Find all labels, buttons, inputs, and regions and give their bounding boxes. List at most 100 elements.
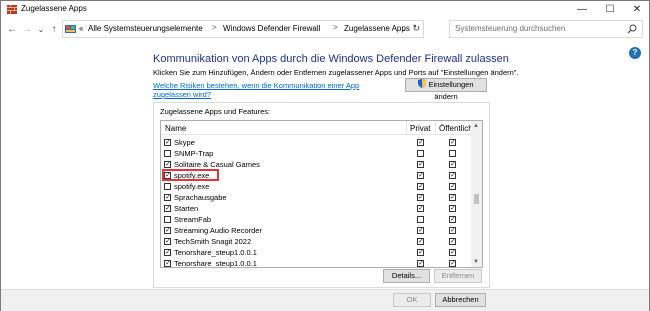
app-name: Tenorshare_steup1.0.0.1	[174, 259, 257, 268]
column-divider[interactable]	[406, 121, 407, 135]
app-enabled-checkbox[interactable]: ✓	[164, 194, 171, 201]
risks-link[interactable]: Welche Risiken bestehen, wenn die Kommun…	[153, 81, 389, 99]
private-network-checkbox[interactable]: ✓	[417, 238, 424, 245]
private-network-checkbox[interactable]: ✓	[417, 183, 424, 190]
app-name: Streaming Audio Recorder	[174, 226, 262, 235]
public-network-checkbox[interactable]: ✓	[449, 194, 456, 201]
public-network-checkbox[interactable]: ✓	[449, 216, 456, 223]
scroll-thumb[interactable]	[474, 194, 479, 204]
breadcrumb-separator[interactable]: >	[212, 23, 217, 32]
table-row[interactable]: ✓ Sprachausgabe ✓ ✓	[161, 192, 472, 203]
change-settings-label: Einstellungen ändern	[428, 80, 474, 101]
public-network-checkbox[interactable]: ✓	[449, 227, 456, 234]
recent-locations-button[interactable]: ⌄	[35, 22, 47, 36]
column-divider[interactable]	[435, 121, 436, 135]
window-title: Zugelassene Apps	[21, 4, 87, 13]
private-network-checkbox[interactable]: ✓	[417, 260, 424, 267]
table-row[interactable]: StreamFab ✓	[161, 214, 472, 225]
address-row: ← → ⌄ ↑ « Alle Systemsteuerungselemente …	[1, 18, 649, 40]
app-name: Sprachausgabe	[174, 193, 227, 202]
table-row[interactable]: ✓ spotify.exe ✓ ✓	[161, 169, 472, 181]
refresh-icon[interactable]: ↻	[412, 23, 420, 34]
table-row[interactable]: SNMP-Trap	[161, 148, 472, 159]
firewall-app-icon	[7, 5, 17, 14]
private-network-checkbox[interactable]: ✓	[417, 194, 424, 201]
app-enabled-checkbox[interactable]: ✓	[164, 161, 171, 168]
table-row[interactable]: ✓ TechSmith Snagit 2022 ✓ ✓	[161, 236, 472, 247]
address-bar[interactable]: « Alle Systemsteuerungselemente > Window…	[62, 20, 424, 38]
column-public[interactable]: Öffentlich	[439, 124, 473, 133]
page-description: Klicken Sie zum Hinzufügen, Ändern oder …	[153, 68, 519, 77]
public-network-checkbox[interactable]: ✓	[449, 249, 456, 256]
public-network-checkbox[interactable]: ✓	[449, 161, 456, 168]
allowed-apps-group-title: Zugelassene Apps und Features:	[160, 107, 271, 116]
app-enabled-checkbox[interactable]	[164, 150, 171, 157]
private-network-checkbox[interactable]: ✓	[417, 172, 424, 179]
column-name[interactable]: Name	[165, 124, 186, 133]
private-network-checkbox[interactable]: ✓	[417, 161, 424, 168]
app-enabled-checkbox[interactable]: ✓	[164, 260, 171, 267]
allowed-apps-group: Zugelassene Apps und Features: Name Priv…	[153, 102, 490, 288]
app-enabled-checkbox[interactable]: ✓	[164, 139, 171, 146]
breadcrumb-prefix: «	[79, 24, 84, 33]
table-row[interactable]: ✓ Tenorshare_steup1.0.0.1 ✓ ✓	[161, 247, 472, 258]
public-network-checkbox[interactable]: ✓	[449, 260, 456, 267]
app-enabled-checkbox[interactable]: ✓	[164, 227, 171, 234]
forward-button[interactable]: →	[21, 22, 33, 36]
table-row[interactable]: spotify.exe ✓ ✓	[161, 181, 472, 192]
app-name: Tenorshare_steup1.0.0.1	[174, 248, 257, 257]
scroll-up-icon[interactable]: ▲	[473, 123, 479, 129]
app-name: Skype	[174, 138, 195, 147]
uac-shield-icon	[418, 79, 427, 88]
address-dropdown-icon[interactable]: ⌄	[400, 24, 407, 33]
breadcrumb-separator[interactable]: >	[333, 23, 338, 32]
app-enabled-checkbox[interactable]: ✓	[164, 249, 171, 256]
column-private[interactable]: Privat	[410, 124, 430, 133]
app-enabled-checkbox[interactable]	[164, 183, 171, 190]
minimize-button[interactable]: —	[568, 1, 596, 18]
private-network-checkbox[interactable]: ✓	[417, 227, 424, 234]
app-name: Starten	[174, 204, 199, 213]
firewall-window: Zugelassene Apps — ☐ ✕ ← → ⌄ ↑ « Alle Sy…	[0, 0, 650, 311]
scroll-down-icon[interactable]: ▼	[473, 259, 479, 265]
public-network-checkbox[interactable]: ✓	[449, 238, 456, 245]
private-network-checkbox[interactable]	[417, 150, 424, 157]
private-network-checkbox[interactable]: ✓	[417, 205, 424, 212]
search-input[interactable]: Systemsteuerung durchsuchen	[449, 20, 643, 38]
ok-button[interactable]: OK	[393, 293, 431, 307]
allowed-apps-list[interactable]: Name Privat Öffentlich ✓ Skype ✓ ✓ SNMP-Trap…	[160, 120, 483, 268]
private-network-checkbox[interactable]: ✓	[417, 249, 424, 256]
table-row[interactable]: ✓ Starten ✓ ✓	[161, 203, 472, 214]
search-icon	[627, 24, 637, 34]
table-row[interactable]: ✓ Skype ✓ ✓	[161, 137, 472, 148]
breadcrumb-all-control-panel-items[interactable]: Alle Systemsteuerungselemente	[88, 24, 203, 33]
table-row[interactable]: ✓ Tenorshare_steup1.0.0.1 ✓ ✓	[161, 258, 472, 268]
app-name: StreamFab	[174, 215, 212, 224]
page-title: Kommunikation von Apps durch die Windows…	[153, 53, 509, 65]
app-enabled-checkbox[interactable]: ✓	[164, 238, 171, 245]
public-network-checkbox[interactable]: ✓	[449, 205, 456, 212]
close-button[interactable]: ✕	[623, 1, 650, 18]
public-network-checkbox[interactable]	[449, 150, 456, 157]
details-button[interactable]: Details...	[383, 269, 430, 283]
breadcrumb-defender-firewall[interactable]: Windows Defender Firewall	[223, 24, 320, 33]
app-enabled-checkbox[interactable]: ✓	[164, 205, 171, 212]
change-settings-button[interactable]: Einstellungen ändern	[405, 78, 487, 101]
app-name: SNMP-Trap	[174, 149, 214, 158]
private-network-checkbox[interactable]	[417, 216, 424, 223]
app-enabled-checkbox[interactable]	[164, 216, 171, 223]
back-button[interactable]: ←	[6, 22, 18, 36]
public-network-checkbox[interactable]: ✓	[449, 183, 456, 190]
public-network-checkbox[interactable]: ✓	[449, 172, 456, 179]
dialog-footer	[1, 289, 649, 311]
list-scrollbar[interactable]: ▲ ▼	[471, 121, 482, 267]
list-header: Name Privat Öffentlich	[161, 121, 473, 135]
cancel-button[interactable]: Abbrechen	[435, 293, 486, 307]
public-network-checkbox[interactable]: ✓	[449, 139, 456, 146]
up-button[interactable]: ↑	[48, 22, 60, 36]
private-network-checkbox[interactable]: ✓	[417, 139, 424, 146]
help-icon[interactable]: ?	[629, 47, 641, 59]
maximize-button[interactable]: ☐	[596, 1, 624, 18]
table-row[interactable]: ✓ Streaming Audio Recorder ✓ ✓	[161, 225, 472, 236]
remove-button[interactable]: Entfernen	[434, 269, 482, 283]
